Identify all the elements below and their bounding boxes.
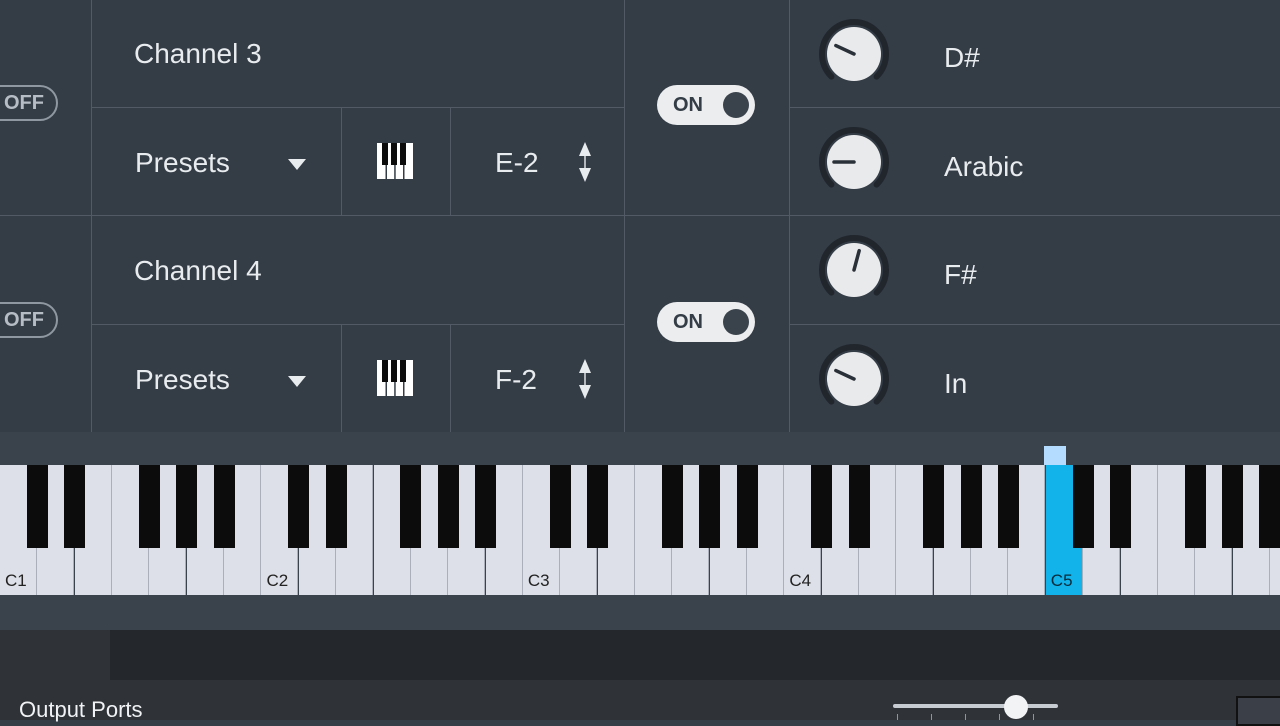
up-down-arrows-icon[interactable] [577,142,593,182]
piano-black-key[interactable] [848,465,870,548]
timeline-band-header [0,630,110,680]
piano-black-key[interactable] [811,465,833,548]
caret-down-icon[interactable] [288,376,306,387]
divider-v-3 [341,324,342,432]
divider-v-1 [91,0,92,432]
channel-4-knob-1-label: F# [944,259,977,290]
divider-v-2 [341,107,342,215]
piano-black-key[interactable] [587,465,609,548]
channel-3-note-value[interactable]: E-2 [495,147,539,179]
channel-4-note-value[interactable]: F-2 [495,364,537,396]
octave-label: C1 [5,571,27,590]
piano-black-key[interactable] [475,465,497,548]
piano-black-key[interactable] [1259,465,1280,548]
caret-down-icon[interactable] [288,159,306,170]
channel-4-name: Channel 4 [134,255,262,286]
panel-corner-button[interactable] [1236,696,1280,726]
divider-h-2 [789,107,1280,108]
piano-black-key[interactable] [325,465,347,548]
octave-label: C2 [266,571,289,590]
piano-black-key[interactable] [549,465,571,548]
channel-3-name: Channel 3 [134,38,262,69]
piano-black-key[interactable] [1184,465,1206,548]
octave-label: C4 [789,571,812,590]
channel-3-enable-toggle[interactable]: ON [657,85,755,125]
piano-black-key[interactable] [176,465,198,548]
octave-label: C5 [1050,571,1073,590]
output-ports-title: Output Ports [19,697,143,722]
toggle-off-label: OFF [4,308,44,331]
piano-black-key[interactable] [699,465,721,548]
divider-h-3 [0,215,1280,216]
piano-black-key[interactable] [1072,465,1094,548]
channel-3-mute-toggle[interactable]: OFF [0,85,58,121]
piano-black-key[interactable] [288,465,310,548]
piano-black-key[interactable] [960,465,982,548]
channel-4-knob-1[interactable] [812,228,896,312]
up-down-arrows-icon[interactable] [577,359,593,399]
channel-3-knob-2-label: Arabic [944,151,1024,182]
piano-black-key[interactable] [400,465,422,548]
divider-v-4 [450,107,451,215]
divider-v-7 [789,0,790,432]
piano-black-key[interactable] [1110,465,1131,548]
slider-ticks [897,714,1034,720]
piano-black-key[interactable] [26,465,48,548]
octave-label: C3 [527,571,550,590]
zoom-slider-track[interactable] [893,704,1058,708]
timeline-band [0,630,1280,680]
piano-black-key[interactable] [64,465,86,548]
divider-h-4 [91,324,624,325]
channel-4-presets-dropdown[interactable]: Presets [135,364,230,396]
channel-4-knob-2[interactable] [812,337,896,421]
piano-keys-icon[interactable] [377,360,413,396]
channel-3-knob-1[interactable] [812,12,896,96]
piano-black-key[interactable] [437,465,459,548]
zoom-slider-thumb[interactable] [1004,695,1028,719]
divider-v-5 [450,324,451,432]
piano-keyboard[interactable]: C1 C2 C3 C4 C5 [0,465,1280,595]
piano-black-key[interactable] [138,465,160,548]
piano-black-key[interactable] [997,465,1019,548]
piano-black-key[interactable] [736,465,758,548]
toggle-off-label: OFF [4,91,44,114]
channel-3-knob-1-label: D# [944,42,980,73]
piano-black-key[interactable] [213,465,235,548]
toggle-on-label: ON [673,310,703,333]
channel-3-knob-2[interactable] [812,120,896,204]
channel-3-presets-dropdown[interactable]: Presets [135,147,230,179]
piano-keys-icon[interactable] [377,143,413,179]
active-key-marker [1044,446,1066,465]
piano-black-key[interactable] [661,465,683,548]
channel-4-mute-toggle[interactable]: OFF [0,302,58,338]
channel-4-enable-toggle[interactable]: ON [657,302,755,342]
channel-4-knob-2-label: In [944,368,968,399]
toggle-knob [723,309,749,335]
piano-black-key[interactable] [923,465,945,548]
piano-black-key[interactable] [1222,465,1244,548]
toggle-knob [723,92,749,118]
output-ports-panel [0,680,1280,720]
divider-h-5 [789,324,1280,325]
divider-h-1 [91,107,624,108]
divider-v-6 [624,0,625,432]
toggle-on-label: ON [673,93,703,116]
